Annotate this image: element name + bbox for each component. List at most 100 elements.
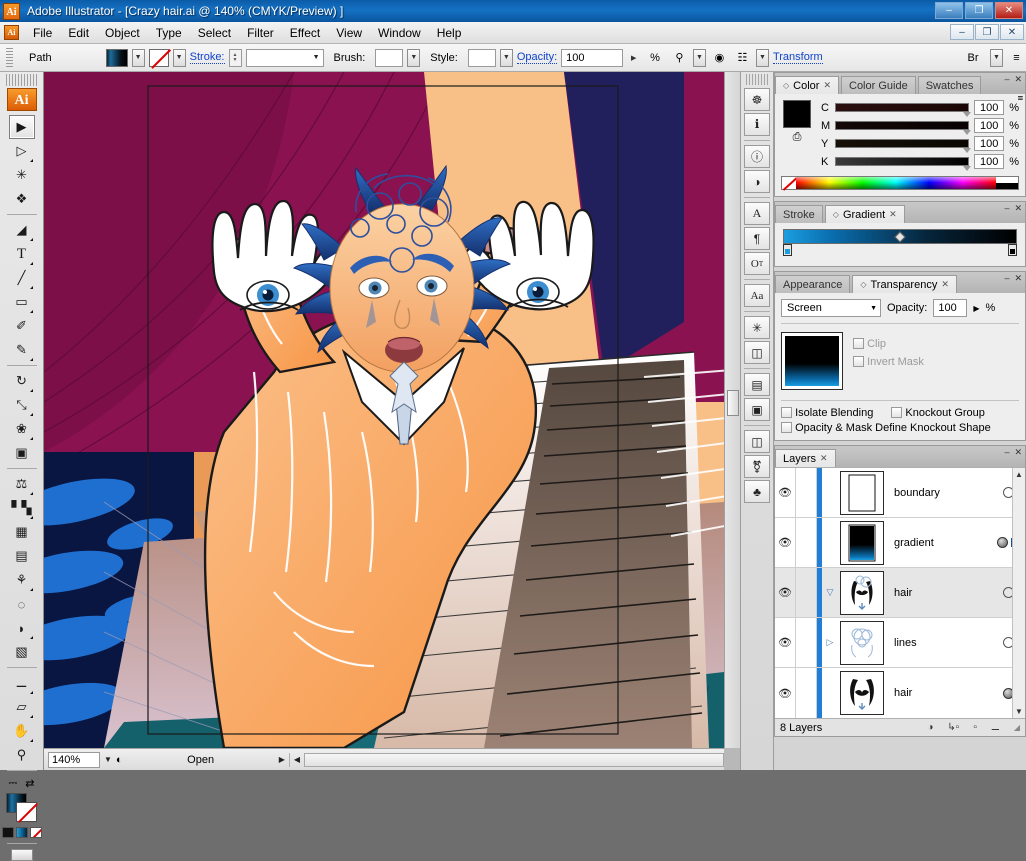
slider-value-c[interactable]: 100 (974, 100, 1005, 115)
color-button[interactable] (1, 827, 14, 838)
slider-track-k[interactable] (835, 157, 972, 171)
transparency-opacity-input[interactable]: 100 (933, 299, 968, 317)
symbol-sprayer-tool[interactable]: ⚖ (9, 472, 35, 496)
paintbrush-tool[interactable]: ✐ (9, 314, 35, 338)
brushes-panel-icon[interactable]: ⚧ (744, 455, 770, 478)
spectrum-white-black[interactable] (996, 177, 1018, 189)
eye-icon[interactable]: 👁 (778, 536, 792, 549)
stroke-weight-label[interactable]: Stroke: (189, 51, 225, 64)
eye-icon[interactable]: 👁 (778, 687, 792, 700)
layers-panel-collapse-icon[interactable]: – (1004, 447, 1009, 458)
artboard-canvas[interactable] (44, 72, 724, 748)
lock-column[interactable] (796, 618, 817, 667)
transparency-panel-collapse-icon[interactable]: – (1004, 273, 1009, 284)
dock-grip[interactable] (746, 74, 768, 85)
rotate-tool[interactable]: ↻ (9, 369, 35, 393)
invert-mask-checkbox-row[interactable]: Invert Mask (853, 356, 1019, 368)
gradient-button[interactable] (15, 827, 28, 838)
tab-color-guide[interactable]: Color Guide (841, 76, 916, 94)
opacity-mask-row[interactable]: Opacity & Mask Define Knockout Shape (781, 422, 1019, 434)
menu-object[interactable]: Object (97, 24, 148, 42)
layer-row-hair-top[interactable]: 👁 ▽ hair (775, 568, 1025, 618)
opacity-mask-checkbox[interactable] (781, 422, 792, 433)
select-similar-icon[interactable]: ⚲ (670, 48, 689, 67)
spectrum-none-swatch[interactable] (782, 177, 796, 189)
tab-close-icon[interactable]: ✕ (823, 80, 831, 91)
eye-icon[interactable]: 👁 (778, 636, 792, 649)
go-to-bridge-icon[interactable]: Br (960, 48, 986, 67)
layer-thumbnail[interactable] (840, 470, 884, 515)
color-panel-collapse-icon[interactable]: – (1004, 74, 1009, 85)
stroke-swatch[interactable] (148, 48, 169, 67)
brush-swatch[interactable] (375, 48, 404, 67)
color-stroke-icon[interactable]: ⎙ (793, 131, 802, 144)
eye-icon[interactable]: 👁 (778, 486, 792, 499)
character-panel-icon[interactable]: A (744, 202, 770, 225)
transparency-panel-close-icon[interactable]: ✕ (1014, 273, 1022, 284)
gradient-tool[interactable]: ▤ (9, 544, 35, 568)
info-panel-icon[interactable]: ℹ (744, 113, 770, 136)
isolate-blending-row[interactable]: Isolate Blending (781, 407, 873, 419)
tab-gradient[interactable]: ◇ Gradient ✕ (824, 205, 905, 223)
paragraph-panel-icon[interactable]: ¶ (744, 227, 770, 250)
style-dropdown-arrow[interactable]: ▼ (499, 48, 513, 67)
type-tool[interactable]: T (9, 242, 35, 266)
hand-tool[interactable]: ✋ (9, 719, 35, 743)
gradient-stop-end[interactable] (1008, 244, 1017, 256)
layer-row-hair-bottom[interactable]: 👁 hair (775, 668, 1025, 718)
slice-tool[interactable]: ⚊ (9, 671, 35, 695)
pathfinder-panel-icon[interactable]: ◫ (744, 341, 770, 364)
knockout-group-row[interactable]: Knockout Group (891, 407, 985, 419)
hscroll-left-button[interactable]: ◀ (294, 755, 300, 764)
pencil-tool[interactable]: ✎ (9, 338, 35, 362)
scale-tool[interactable]: ⤡ (9, 393, 35, 417)
tab-stroke[interactable]: Stroke (775, 205, 823, 223)
toolbox-grip[interactable] (6, 74, 37, 86)
minimize-button[interactable]: – (935, 2, 963, 19)
pen-tool[interactable]: ◢ (9, 218, 35, 242)
mask-icon[interactable]: ☷ (733, 48, 752, 67)
close-button[interactable]: ✕ (995, 2, 1023, 19)
magic-wand-tool[interactable]: ✳ (9, 163, 35, 187)
layer-thumbnail[interactable] (840, 520, 884, 565)
tab-close-icon[interactable]: ✕ (941, 279, 949, 290)
layer-name[interactable]: gradient (884, 537, 991, 549)
lock-column[interactable] (796, 468, 817, 517)
layers-scrollbar[interactable]: ▲ ▼ (1012, 468, 1025, 718)
live-paint-selection-tool[interactable]: ▧ (9, 640, 35, 664)
canvas-vertical-scrollbar[interactable] (724, 72, 740, 748)
blend-tool[interactable]: ◌ (9, 592, 35, 616)
knockout-group-checkbox[interactable] (891, 407, 903, 418)
zoom-dropdown-icon[interactable]: ▼ (104, 755, 112, 764)
doc-minimize-button[interactable]: – (950, 24, 974, 40)
menu-file[interactable]: File (25, 24, 60, 42)
target-ring-icon[interactable] (996, 537, 1008, 548)
line-segment-tool[interactable]: ╱ (9, 266, 35, 290)
clip-checkbox-row[interactable]: Clip (853, 338, 1019, 350)
rectangle-tool[interactable]: ▭ (9, 290, 35, 314)
layer-name[interactable]: lines (884, 637, 991, 649)
color-panel-close-icon[interactable]: ✕ (1014, 74, 1022, 85)
zoom-level-input[interactable]: 140% (48, 751, 100, 768)
default-fill-stroke-icon[interactable]: ⎓ (9, 777, 18, 790)
layer-row-boundary[interactable]: 👁 boundary (775, 468, 1025, 518)
navigator-icon[interactable]: ☸ (744, 88, 770, 111)
live-paint-bucket-tool[interactable]: ◗ (9, 616, 35, 640)
tab-appearance[interactable]: Appearance (775, 275, 851, 293)
create-new-layer-icon[interactable]: ▫ (973, 722, 977, 733)
doc-close-button[interactable]: ✕ (1000, 24, 1024, 40)
color-fill-swatch[interactable] (783, 100, 811, 128)
eyedropper-tool[interactable]: ⚘ (9, 568, 35, 592)
brush-dropdown-arrow[interactable]: ▼ (407, 48, 421, 67)
visibility-column[interactable]: 👁 (775, 568, 796, 617)
layer-thumbnail[interactable] (840, 620, 884, 665)
restore-button[interactable]: ❐ (965, 2, 993, 19)
menu-view[interactable]: View (328, 24, 370, 42)
gradient-stop-start[interactable] (783, 244, 792, 256)
control-bar-menu-icon[interactable]: ≡ (1007, 48, 1026, 67)
control-bar-grip[interactable] (6, 47, 13, 68)
attributes-icon[interactable]: ◑ (744, 170, 770, 193)
fill-swatch[interactable] (105, 48, 128, 67)
artboards-panel-icon[interactable]: ▣ (744, 398, 770, 421)
menu-type[interactable]: Type (148, 24, 190, 42)
